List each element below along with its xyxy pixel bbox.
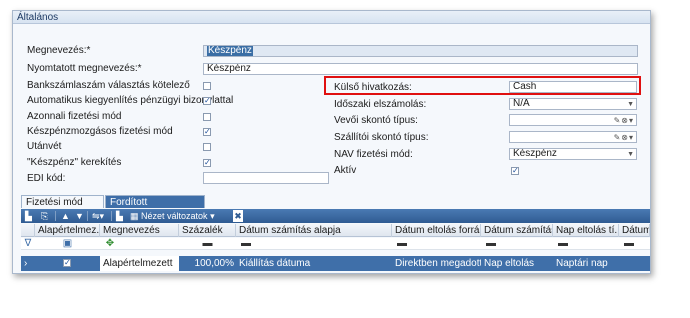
settings-dropdown-icon[interactable]: ⇋▾ (92, 210, 104, 222)
nyomtatott-megnevezes-input[interactable]: Készpénz (203, 63, 638, 75)
column-header-datum-szamitas[interactable]: Dátum számítás... (481, 224, 553, 237)
label-idoszaki: Időszaki elszámolás: (334, 99, 427, 110)
kulso-hivatkozas-input[interactable]: Cash (509, 81, 637, 93)
cell-datum-szamitas[interactable]: Nap eltolás (481, 256, 553, 271)
cell-eltolas-forras[interactable]: Direktben megadott (392, 256, 481, 271)
label-nyomtatott: Nyomtatott megnevezés:* (27, 63, 142, 74)
edit-clear-dropdown-icons[interactable]: ✎⊗▾ (614, 132, 634, 142)
cell-megnevezes[interactable]: Alapértelmezett (100, 256, 179, 271)
azonnali-checkbox[interactable] (203, 113, 211, 121)
grid-view-icon: ▦ (130, 211, 142, 221)
tab-forditott-tulajdonsagok[interactable]: Fordított tulajdonságok (105, 195, 205, 221)
nav-fizetesi-mod-select[interactable]: Készpénz ▼ (509, 148, 637, 160)
chevron-down-icon[interactable]: ▼ (627, 99, 634, 109)
column-header-nap-eltolas[interactable]: Nap eltolás tí... (553, 224, 619, 237)
cell-datum-alap[interactable]: Kiállítás dátuma (236, 256, 392, 271)
label-kerekites: "Készpénz" kerekítés (27, 157, 122, 168)
filter-cell-szazalek[interactable]: ▬ (179, 238, 236, 250)
toolbar-separator (87, 211, 88, 221)
move-down-icon[interactable]: ▼ (75, 210, 84, 222)
filter-checkbox-cell[interactable]: ▣ (35, 238, 100, 250)
cell-szazalek[interactable]: 100,00% (179, 256, 236, 271)
grid-toolbar: ▙ ⎘ ▲ ▼ ⇋▾ ▙ ▦ Nézet változatok ▾ ✖ (21, 209, 650, 223)
edi-input[interactable] (203, 172, 329, 184)
form-window: Általános Megnevezés:* Készpénz Nyomtato… (12, 10, 651, 274)
szallitoi-skonto-select[interactable]: ✎⊗▾ (509, 131, 637, 143)
keszpenzmozgasos-checkbox[interactable]: ✓ (203, 128, 211, 136)
export-icon[interactable]: ▙ (116, 210, 123, 222)
label-nav-fizetesi: NAV fizetési mód: (334, 149, 413, 160)
close-view-icon[interactable]: ✖ (233, 210, 243, 222)
copy-row-icon[interactable]: ⎘ (41, 210, 48, 222)
tab-fizetesi-mod-sorok[interactable]: Fizetési mód sorok (21, 195, 104, 221)
label-megnevezes: Megnevezés:* (27, 45, 91, 56)
column-header-datum-alap[interactable]: Dátum számítás alapja (236, 224, 392, 237)
row-pointer-icon: › (24, 258, 28, 269)
group-header-altalanos: Általános (13, 11, 650, 24)
label-utanvet: Utánvét (27, 141, 62, 152)
column-header-megnevezes[interactable]: Megnevezés (100, 224, 179, 237)
grid-header: Alapértelmez... Megnevezés Százalék Dátu… (21, 224, 650, 237)
aktiv-checkbox[interactable]: ✓ (511, 167, 519, 175)
filter-cell-datum-e[interactable]: ▬ (619, 238, 639, 250)
label-keszpenzmozgasos: Készpénzmozgásos fizetési mód (27, 126, 173, 137)
row-indicator-header (21, 224, 35, 237)
filter-cell-datum-szamitas[interactable]: ▬ (481, 238, 501, 250)
label-azonnali: Azonnali fizetési mód (27, 111, 122, 122)
label-vevoi-skonto: Vevői skontó típus: (334, 115, 418, 126)
table-row[interactable]: › ✓ Alapértelmezett 100,00% Kiállítás dá… (21, 256, 650, 271)
megnevezes-input[interactable]: Készpénz (203, 45, 638, 57)
column-header-szazalek[interactable]: Százalék (179, 224, 236, 237)
filter-cell-datum-alap[interactable]: ▬ (236, 238, 256, 250)
filter-cell-eltolas-forras[interactable]: ▬ (392, 238, 412, 250)
edit-clear-dropdown-icons[interactable]: ✎⊗▾ (614, 115, 634, 125)
automatikus-checkbox[interactable]: ✓ (203, 97, 211, 105)
column-header-alapertelmezett[interactable]: Alapértelmez... (35, 224, 100, 237)
label-aktiv: Aktív (334, 165, 357, 176)
label-szallitoi-skonto: Szállítói skontó típus: (334, 132, 429, 143)
cell-datum-e[interactable] (619, 256, 650, 271)
label-edi: EDI kód: (27, 173, 66, 184)
column-header-eltolas-forras[interactable]: Dátum eltolás forrása (392, 224, 481, 237)
toolbar-separator (55, 211, 56, 221)
new-row-icon[interactable]: ▙ (25, 210, 32, 222)
view-variants-button[interactable]: ▦ Nézet változatok ▾ (130, 210, 215, 222)
filter-cell-nap-eltolas[interactable]: ▬ (553, 238, 573, 250)
kerekites-checkbox[interactable]: ✓ (203, 159, 211, 167)
chevron-down-icon[interactable]: ▼ (627, 149, 634, 159)
utanvet-checkbox[interactable] (203, 143, 211, 151)
filter-operator-icon[interactable]: ✥ (100, 238, 120, 250)
row-checkbox-cell[interactable]: ✓ (35, 256, 100, 271)
bankszamla-checkbox[interactable] (203, 82, 211, 90)
vevoi-skonto-select[interactable]: ✎⊗▾ (509, 114, 637, 126)
label-bankszamla: Bankszámlaszám választás kötelező (27, 80, 190, 91)
grid-filter-row: ∇ ▣ ✥ ▬ ▬ ▬ ▬ ▬ ▬ (21, 238, 650, 250)
cell-nap-eltolas[interactable]: Naptári nap (553, 256, 619, 271)
label-kulso-hivatkozas: Külső hivatkozás: (334, 82, 412, 93)
column-header-datum-e[interactable]: Dátum e (619, 224, 650, 237)
row-default-checkbox[interactable]: ✓ (63, 259, 71, 267)
move-up-icon[interactable]: ▲ (61, 210, 70, 222)
filter-icon[interactable]: ∇ (21, 238, 35, 250)
toolbar-separator (111, 211, 112, 221)
idoszaki-elszamolas-select[interactable]: N/A ▼ (509, 98, 637, 110)
view-variants-label: Nézet változatok (141, 211, 208, 221)
